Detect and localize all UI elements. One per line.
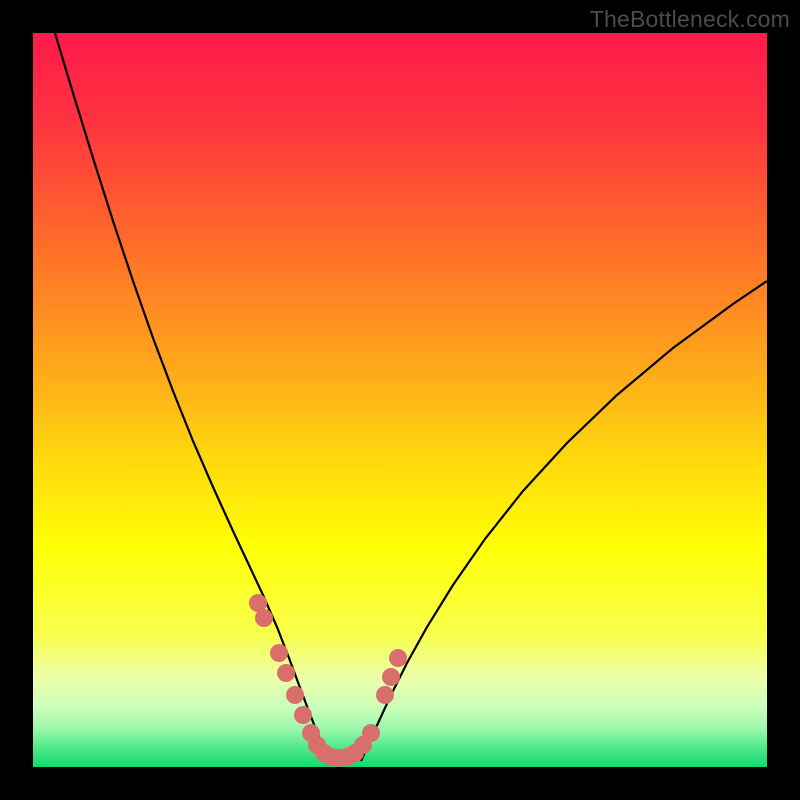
- right-curve: [361, 281, 767, 761]
- overlay-dot: [376, 686, 394, 704]
- overlay-dot: [286, 686, 304, 704]
- chart-canvas: TheBottleneck.com: [0, 0, 800, 800]
- overlay-dots: [249, 594, 407, 767]
- overlay-dot: [255, 609, 273, 627]
- overlay-dot: [389, 649, 407, 667]
- plot-area: [33, 33, 767, 767]
- overlay-dot: [277, 664, 295, 682]
- watermark-text: TheBottleneck.com: [590, 6, 790, 33]
- overlay-dot: [382, 668, 400, 686]
- overlay-dot: [294, 706, 312, 724]
- left-curve: [55, 33, 330, 761]
- curve-layer: [33, 33, 767, 767]
- overlay-dot: [270, 644, 288, 662]
- overlay-dot: [362, 724, 380, 742]
